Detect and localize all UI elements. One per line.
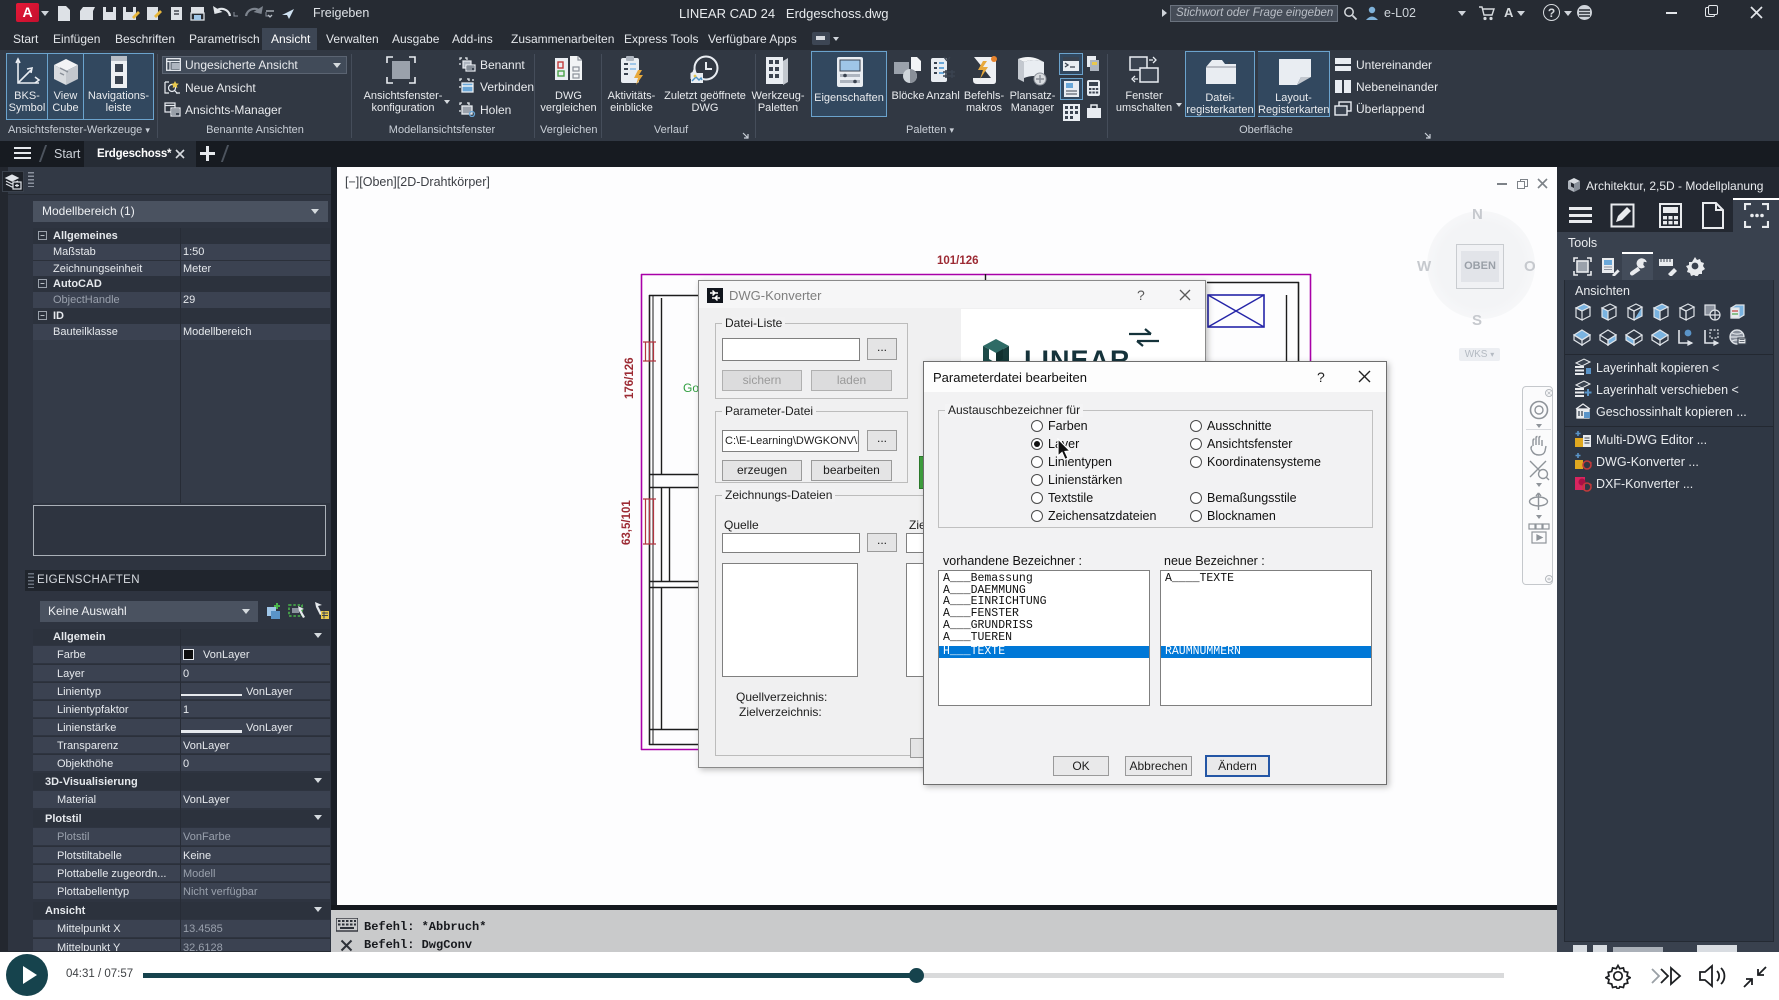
svg-text:Go: Go <box>683 381 699 395</box>
